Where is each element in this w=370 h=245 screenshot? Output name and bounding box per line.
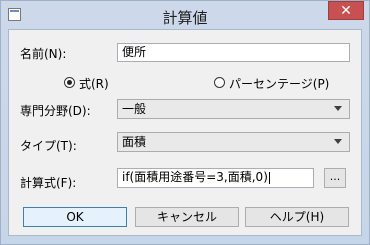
- formula-radio-label[interactable]: 式(R): [79, 75, 109, 92]
- ok-button[interactable]: OK: [23, 207, 127, 227]
- close-button[interactable]: ✕: [328, 1, 364, 20]
- chevron-down-icon: [334, 106, 342, 111]
- title-bar[interactable]: 計算値 ✕: [1, 1, 369, 29]
- percentage-radio[interactable]: [214, 77, 225, 88]
- calculated-value-dialog: 計算値 ✕ 名前(N): 便所 式(R) パーセンテージ(P) 専門分野(D):…: [0, 0, 370, 245]
- type-dropdown[interactable]: 面積: [117, 132, 350, 152]
- text-caret: [268, 171, 270, 184]
- type-label: タイプ(T):: [20, 139, 77, 153]
- type-value: 面積: [122, 135, 147, 149]
- chevron-down-icon: [334, 139, 342, 144]
- browse-button[interactable]: ...: [324, 168, 346, 188]
- name-input[interactable]: 便所: [117, 43, 350, 62]
- dialog-title: 計算値: [162, 9, 208, 27]
- help-button[interactable]: ヘルプ(H): [245, 207, 349, 227]
- percentage-radio-label[interactable]: パーセンテージ(P): [229, 75, 329, 92]
- cancel-button[interactable]: キャンセル: [135, 207, 239, 227]
- discipline-label: 専門分野(D):: [20, 104, 91, 118]
- name-value: 便所: [122, 45, 147, 59]
- dialog-body: 名前(N): 便所 式(R) パーセンテージ(P) 専門分野(D): 一般 タイ…: [8, 29, 362, 236]
- discipline-dropdown[interactable]: 一般: [117, 99, 350, 119]
- name-label: 名前(N):: [20, 47, 67, 61]
- formula-input[interactable]: if(面積用途番号=3,面積,0): [117, 168, 314, 188]
- formula-radio[interactable]: [64, 77, 75, 88]
- discipline-value: 一般: [122, 102, 147, 116]
- formula-value: if(面積用途番号=3,面積,0): [122, 170, 268, 184]
- formula-label: 計算式(F):: [20, 176, 77, 190]
